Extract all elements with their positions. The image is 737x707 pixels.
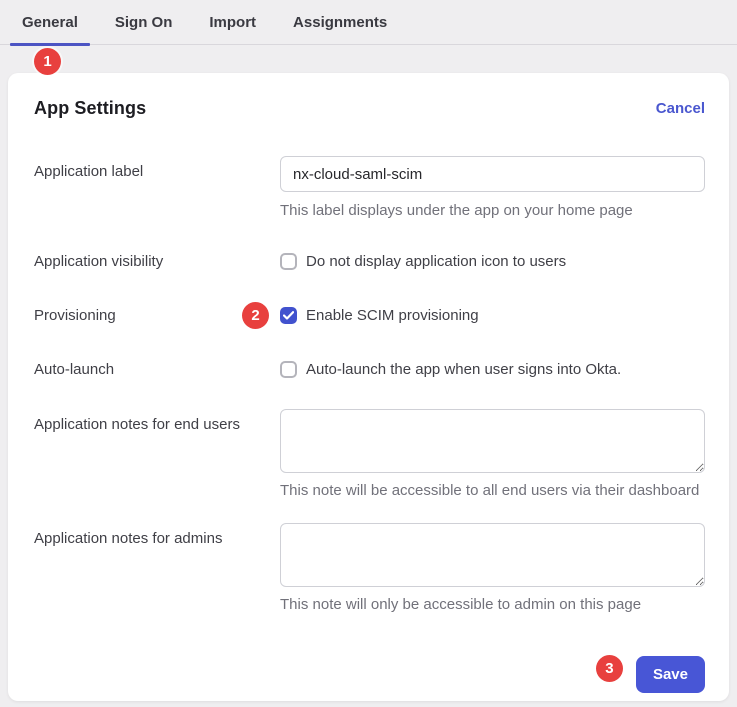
row-notes-admins: Application notes for admins This note w… [34, 523, 705, 615]
notes-admins-helper: This note will only be accessible to adm… [280, 595, 705, 615]
tab-bar: General Sign On Import Assignments [0, 0, 737, 45]
check-icon [283, 311, 294, 320]
tab-general[interactable]: General [10, 0, 90, 44]
visibility-checkbox-label: Do not display application icon to users [306, 253, 566, 270]
auto-launch-label: Auto-launch [34, 361, 280, 378]
row-application-visibility: Application visibility Do not display ap… [34, 251, 705, 271]
notes-end-users-textarea[interactable] [280, 409, 705, 473]
row-notes-end-users: Application notes for end users This not… [34, 409, 705, 501]
row-application-label: Application label This label displays un… [34, 156, 705, 221]
save-button[interactable]: Save [636, 656, 705, 693]
app-settings-panel: App Settings Cancel Application label Th… [8, 73, 729, 701]
auto-launch-checkbox-label: Auto-launch the app when user signs into… [306, 361, 621, 378]
step-badge-2: 2 [242, 302, 269, 329]
panel-header: App Settings Cancel [34, 97, 705, 119]
row-save: 3 Save [34, 655, 705, 693]
notes-admins-textarea[interactable] [280, 523, 705, 587]
notes-end-users-helper: This note will be accessible to all end … [280, 481, 705, 501]
page-title: App Settings [34, 98, 146, 119]
cancel-link[interactable]: Cancel [656, 100, 705, 117]
row-provisioning: Provisioning 2 Enable SCIM provisioning [34, 305, 705, 325]
tab-assignments[interactable]: Assignments [281, 0, 399, 44]
scim-provisioning-checkbox-label: Enable SCIM provisioning [306, 307, 479, 324]
scim-provisioning-checkbox[interactable] [280, 307, 297, 324]
application-label-helper: This label displays under the app on you… [280, 201, 705, 221]
application-label-label: Application label [34, 156, 280, 180]
step-badge-1: 1 [34, 48, 61, 75]
auto-launch-checkbox[interactable] [280, 361, 297, 378]
visibility-checkbox[interactable] [280, 253, 297, 270]
application-visibility-label: Application visibility [34, 253, 280, 270]
tab-import[interactable]: Import [197, 0, 268, 44]
notes-admins-label: Application notes for admins [34, 523, 280, 547]
notes-end-users-label: Application notes for end users [34, 409, 280, 433]
row-auto-launch: Auto-launch Auto-launch the app when use… [34, 359, 705, 379]
tab-sign-on[interactable]: Sign On [103, 0, 185, 44]
application-label-input[interactable] [280, 156, 705, 192]
step-badge-3: 3 [596, 655, 623, 682]
